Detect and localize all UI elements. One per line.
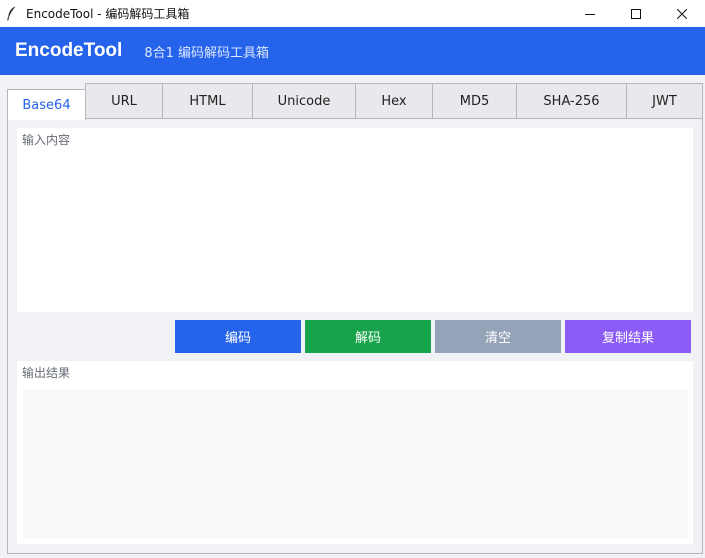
- tab-hex[interactable]: Hex: [355, 83, 433, 119]
- input-section: 输入内容: [17, 128, 693, 312]
- tab-html[interactable]: HTML: [162, 83, 253, 119]
- tab-jwt[interactable]: JWT: [626, 83, 703, 119]
- close-button[interactable]: [659, 0, 705, 27]
- clear-button[interactable]: 清空: [435, 320, 561, 353]
- tab-sha256[interactable]: SHA-256: [516, 83, 627, 119]
- input-label: 输入内容: [22, 133, 71, 147]
- app-brand: EncodeTool: [15, 40, 123, 61]
- output-section: 输出结果: [17, 361, 693, 544]
- tab-panel: 输入内容 编码 解码 清空 复制结果 输出结果: [7, 118, 703, 554]
- tab-unicode[interactable]: Unicode: [252, 83, 356, 119]
- output-label: 输出结果: [22, 366, 71, 380]
- app-header: EncodeTool 8合1 编码解码工具箱: [0, 27, 705, 75]
- tab-url[interactable]: URL: [85, 83, 163, 119]
- maximize-icon: [631, 8, 641, 19]
- decode-button[interactable]: 解码: [305, 320, 431, 353]
- title-bar[interactable]: EncodeTool - 编码解码工具箱: [0, 0, 705, 27]
- input-textarea[interactable]: [17, 148, 693, 312]
- feather-icon: [6, 6, 18, 22]
- maximize-button[interactable]: [613, 0, 659, 27]
- minimize-button[interactable]: [567, 0, 613, 27]
- app-window: EncodeTool - 编码解码工具箱 EncodeTool 8合1 编码解码…: [0, 0, 705, 558]
- close-icon: [677, 8, 687, 19]
- window-controls: [567, 0, 705, 27]
- copy-result-button[interactable]: 复制结果: [565, 320, 691, 353]
- output-textarea[interactable]: [23, 389, 688, 539]
- app-subtitle: 8合1 编码解码工具箱: [144, 45, 269, 61]
- tab-md5[interactable]: MD5: [432, 83, 517, 119]
- encode-button[interactable]: 编码: [175, 320, 301, 353]
- tab-base64[interactable]: Base64: [7, 89, 86, 120]
- window-title: EncodeTool - 编码解码工具箱: [26, 7, 190, 21]
- minimize-icon: [585, 13, 595, 15]
